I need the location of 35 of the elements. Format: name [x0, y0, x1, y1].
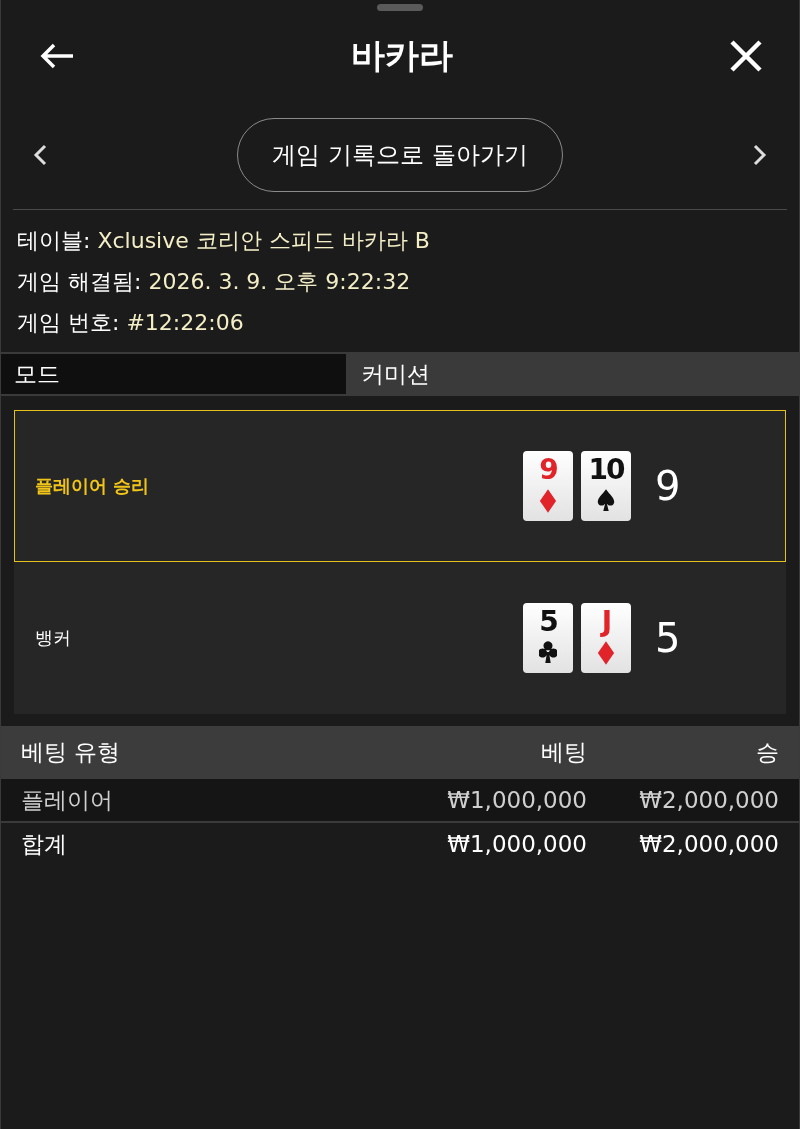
card-rank: 9 — [539, 455, 557, 485]
table-cell-text: 합계 — [21, 829, 68, 859]
drag-handle[interactable] — [377, 4, 423, 11]
table-cell-text: ₩1,000,000 — [446, 787, 587, 813]
back-arrow-icon[interactable] — [39, 42, 75, 70]
info-label: 게임 해결됨: — [17, 269, 142, 294]
info-value: 2026. 3. 9. 오후 9:22:32 — [148, 269, 411, 294]
mode-label: 모드 — [1, 354, 348, 394]
window-title: 바카라 — [351, 34, 453, 77]
table-cell-text: ₩2,000,000 — [638, 831, 779, 857]
chevron-right-icon[interactable] — [753, 144, 767, 166]
club-icon — [539, 641, 557, 665]
hand-score: 5 — [655, 615, 681, 661]
diamond-icon — [597, 641, 615, 665]
hand-name: 플레이어 승리 — [34, 474, 151, 498]
info-label: 게임 번호: — [17, 310, 120, 335]
card-rank: 10 — [588, 455, 624, 485]
info-value: #12:22:06 — [126, 310, 244, 335]
info-label: 테이블: — [17, 228, 91, 253]
table-cell-text: ₩2,000,000 — [638, 787, 779, 813]
table-cell-text: ₩1,000,000 — [446, 831, 587, 857]
close-icon[interactable] — [729, 39, 763, 73]
mode-value: 커미션 — [348, 354, 799, 394]
column-header: 승 — [755, 738, 779, 767]
column-header: 베팅 유형 — [21, 738, 122, 767]
hand-score: 9 — [655, 463, 681, 509]
diamond-icon — [539, 489, 557, 513]
hand-name: 뱅커 — [34, 626, 72, 650]
chevron-left-icon[interactable] — [33, 144, 47, 166]
table-cell-text: 플레이어 — [21, 785, 114, 815]
column-header: 베팅 — [540, 738, 587, 767]
card-rank: J — [601, 607, 611, 637]
info-value: Xclusive 코리안 스피드 바카라 B — [97, 228, 430, 253]
card-rank: 5 — [539, 607, 557, 637]
spade-icon — [597, 489, 615, 513]
